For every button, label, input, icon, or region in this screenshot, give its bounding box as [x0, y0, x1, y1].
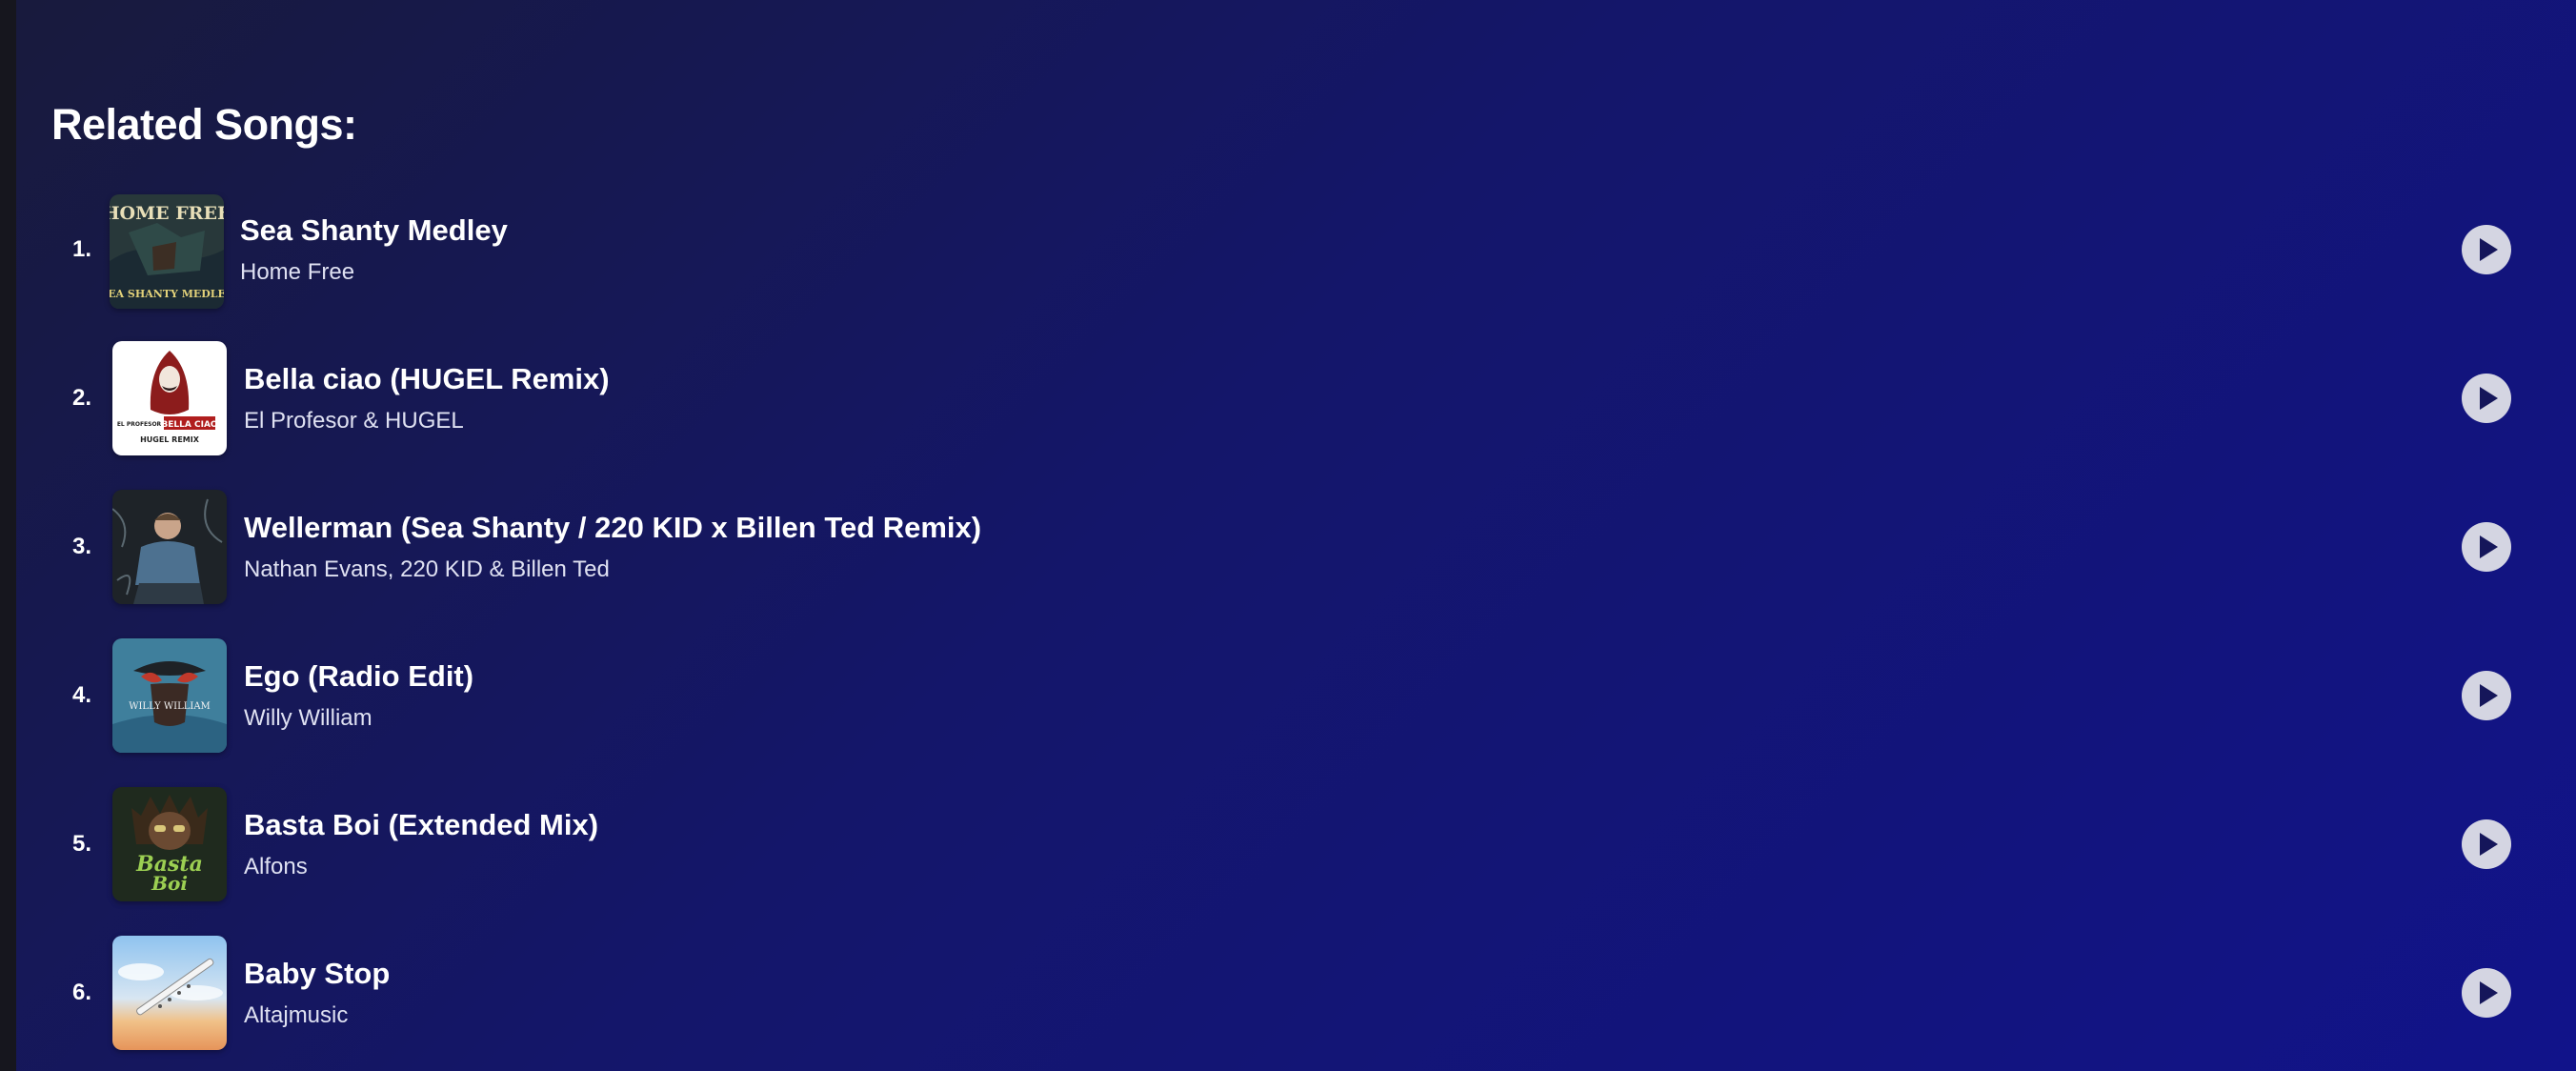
album-cover [112, 936, 227, 1050]
section-title: Related Songs: [51, 100, 357, 149]
play-button[interactable] [2462, 522, 2511, 572]
song-title[interactable]: Wellerman (Sea Shanty / 220 KID x Billen… [244, 509, 981, 547]
play-button[interactable] [2462, 374, 2511, 423]
song-rank: 4. [72, 682, 92, 708]
song-info: Sea Shanty Medley Home Free [240, 212, 508, 290]
cover-text: HOME FREE [110, 203, 224, 224]
song-rank: 1. [72, 236, 92, 262]
song-artist[interactable]: Alfons [244, 850, 598, 884]
play-icon [2480, 238, 2498, 261]
song-artist[interactable]: Nathan Evans, 220 KID & Billen Ted [244, 553, 981, 587]
cover-text: BELLA CIAO [161, 420, 217, 430]
play-icon [2480, 981, 2498, 1004]
song-rank: 3. [72, 534, 92, 559]
song-rank: 2. [72, 385, 92, 411]
play-icon [2480, 387, 2498, 410]
song-row[interactable]: 2. EL PROFESOR BELLA CIAO HUGEL REMIX Be… [0, 324, 2576, 473]
play-icon [2480, 833, 2498, 856]
album-cover: Basta Boi [112, 787, 227, 901]
song-rank: 5. [72, 831, 92, 857]
song-row[interactable]: 6. Baby Stop Altajmusic [0, 919, 2576, 1067]
song-title[interactable]: Baby Stop [244, 955, 390, 993]
song-artist[interactable]: Home Free [240, 255, 508, 290]
cover-text: WILLY WILLIAM [129, 701, 211, 712]
play-button[interactable] [2462, 968, 2511, 1018]
album-cover: WILLY WILLIAM [112, 638, 227, 753]
play-icon [2480, 684, 2498, 707]
song-row[interactable]: 3. Wellerman (Sea Shanty / 220 KID x Bil… [0, 473, 2576, 621]
cover-text: SEA SHANTY MEDLEY [110, 288, 224, 300]
album-cover [112, 490, 227, 604]
play-button[interactable] [2462, 671, 2511, 720]
related-songs-list: 1. HOME FREE SEA SHANTY MEDLEY Sea Shant… [0, 175, 2576, 1067]
cover-text: HUGEL REMIX [140, 435, 200, 444]
play-button[interactable] [2462, 819, 2511, 869]
song-info: Bella ciao (HUGEL Remix) El Profesor & H… [244, 360, 610, 438]
cover-text: Boi [151, 872, 188, 895]
song-artist[interactable]: Willy William [244, 701, 473, 736]
song-title[interactable]: Basta Boi (Extended Mix) [244, 806, 598, 844]
song-info: Basta Boi (Extended Mix) Alfons [244, 806, 598, 884]
song-info: Wellerman (Sea Shanty / 220 KID x Billen… [244, 509, 981, 587]
cover-text: EL PROFESOR [117, 421, 162, 428]
album-cover: HOME FREE SEA SHANTY MEDLEY [110, 194, 224, 309]
song-row[interactable]: 5. Basta Boi Basta Boi (Extended Mix) Al… [0, 770, 2576, 919]
song-artist[interactable]: Altajmusic [244, 999, 390, 1033]
song-artist[interactable]: El Profesor & HUGEL [244, 404, 610, 438]
play-button[interactable] [2462, 225, 2511, 274]
song-info: Baby Stop Altajmusic [244, 955, 390, 1033]
song-title[interactable]: Ego (Radio Edit) [244, 657, 473, 696]
song-title[interactable]: Sea Shanty Medley [240, 212, 508, 250]
play-icon [2480, 536, 2498, 558]
album-cover: EL PROFESOR BELLA CIAO HUGEL REMIX [112, 341, 227, 455]
song-row[interactable]: 1. HOME FREE SEA SHANTY MEDLEY Sea Shant… [0, 175, 2576, 324]
song-info: Ego (Radio Edit) Willy William [244, 657, 473, 736]
song-row[interactable]: 4. WILLY WILLIAM Ego (Radio Edit) Willy … [0, 621, 2576, 770]
song-rank: 6. [72, 980, 92, 1005]
song-title[interactable]: Bella ciao (HUGEL Remix) [244, 360, 610, 398]
